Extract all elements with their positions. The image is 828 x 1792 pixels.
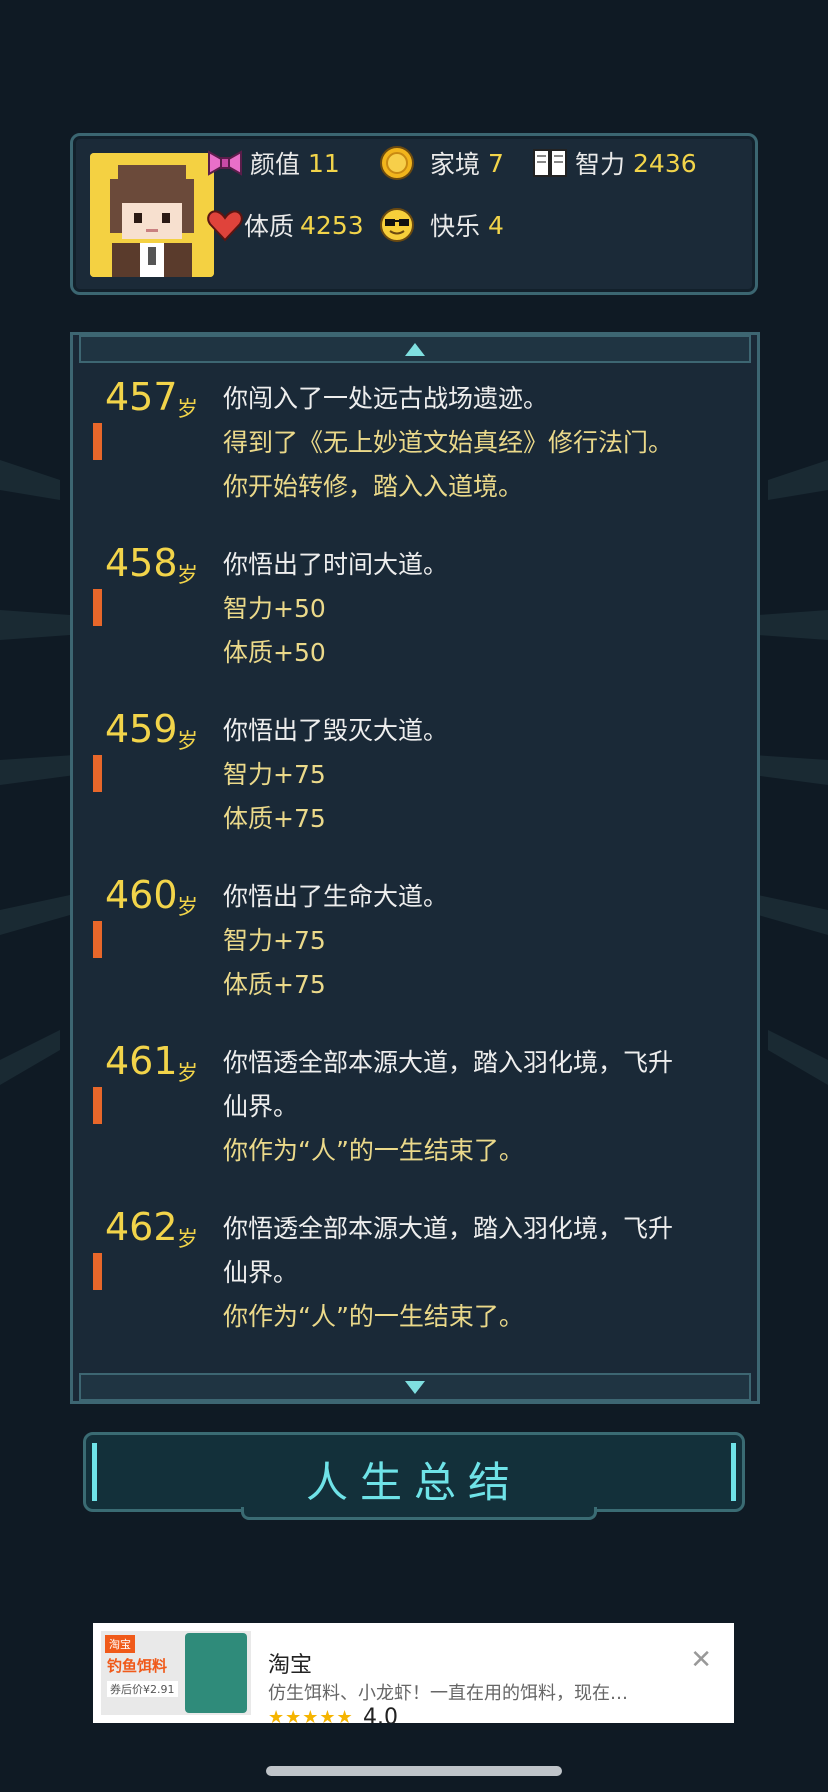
event-line: 你悟透全部本源大道，踏入羽化境，飞升 bbox=[223, 1214, 674, 1243]
event-line: 你悟出了毁灭大道。 bbox=[223, 716, 449, 745]
event-line: 智力+75 bbox=[223, 926, 326, 955]
event-age: 460 bbox=[105, 873, 178, 917]
event-marker bbox=[93, 1087, 102, 1124]
stat-intelligence-value: 2436 bbox=[633, 148, 697, 178]
triangle-down-icon bbox=[405, 1381, 425, 1394]
stat-happiness-label: 快乐 bbox=[430, 212, 481, 241]
event-age-unit: 岁 bbox=[177, 729, 198, 753]
stat-family-value: 7 bbox=[488, 148, 504, 178]
ad-title[interactable]: 淘宝 bbox=[268, 1647, 312, 1679]
event-line: 智力+75 bbox=[223, 760, 326, 789]
stats-panel: 颜值 11 家境 7 智力 2436 体质 4253 快乐 4 bbox=[70, 133, 758, 295]
event-age-unit: 岁 bbox=[177, 895, 198, 919]
event-age-unit: 岁 bbox=[177, 563, 198, 587]
scroll-up-button[interactable] bbox=[79, 335, 751, 363]
life-events-panel[interactable]: 457 岁你闯入了一处远古战场遗迹。 得到了《无上妙道文始真经》修行法门。 你开始转修… bbox=[70, 332, 760, 1404]
event-lines: 你悟透全部本源大道，踏入羽化境，飞升 仙界。你作为“人”的一生结束了。 bbox=[223, 1207, 733, 1339]
event-line: 仙界。 bbox=[223, 1092, 299, 1121]
stat-family-label: 家境 bbox=[430, 150, 481, 179]
stat-family: 家境 7 bbox=[378, 144, 504, 182]
event-age: 458 bbox=[105, 541, 178, 585]
triangle-up-icon bbox=[405, 343, 425, 356]
stat-physique-value: 4253 bbox=[300, 210, 364, 240]
event-age-unit: 岁 bbox=[177, 397, 198, 421]
life-summary-button[interactable]: 人生总结 bbox=[83, 1432, 745, 1520]
ad-thumbnail[interactable]: 淘宝 钓鱼饵料 券后价¥2.91 bbox=[101, 1631, 251, 1715]
stat-appearance-value: 11 bbox=[308, 148, 340, 178]
event-line: 仙界。 bbox=[223, 1258, 299, 1287]
coin-icon bbox=[380, 146, 414, 180]
event-line: 你闯入了一处远古战场遗迹。 bbox=[223, 384, 549, 413]
event-line: 你作为“人”的一生结束了。 bbox=[223, 1136, 524, 1165]
ad-close-icon[interactable]: ✕ bbox=[690, 1645, 712, 1675]
ad-star-rating: ★★★★★ bbox=[268, 1707, 354, 1723]
event-marker bbox=[93, 1253, 102, 1290]
event-lines: 你悟出了毁灭大道。 智力+75 体质+75 bbox=[223, 709, 733, 841]
event-line: 智力+50 bbox=[223, 594, 326, 623]
event-age-unit: 岁 bbox=[177, 1227, 198, 1251]
event-line: 你悟透全部本源大道，踏入羽化境，飞升 bbox=[223, 1048, 674, 1077]
ad-thumb-tag: 淘宝 bbox=[105, 1635, 135, 1653]
stat-physique: 体质 4253 bbox=[206, 206, 364, 244]
avatar-portrait-icon bbox=[90, 153, 214, 277]
stat-happiness: 快乐 4 bbox=[378, 206, 504, 244]
event-line: 你悟出了生命大道。 bbox=[223, 882, 449, 911]
ad-rating-value: 4.0 bbox=[363, 1705, 398, 1723]
event-lines: 你悟出了生命大道。 智力+75 体质+75 bbox=[223, 875, 733, 1007]
stat-intelligence-label: 智力 bbox=[575, 150, 626, 179]
sunglasses-icon bbox=[380, 208, 414, 242]
stat-intelligence: 智力 2436 bbox=[531, 144, 697, 182]
event-age-unit: 岁 bbox=[177, 1061, 198, 1085]
player-avatar bbox=[90, 153, 214, 277]
stat-appearance: 颜值 11 bbox=[206, 144, 340, 182]
book-icon bbox=[533, 149, 567, 177]
event-marker bbox=[93, 755, 102, 792]
event-age: 461 bbox=[105, 1039, 178, 1083]
stat-physique-label: 体质 bbox=[244, 212, 295, 241]
heart-icon bbox=[207, 210, 243, 242]
event-marker bbox=[93, 921, 102, 958]
scroll-down-button[interactable] bbox=[79, 1373, 751, 1401]
event-marker bbox=[93, 589, 102, 626]
event-line: 体质+75 bbox=[223, 804, 326, 833]
event-lines: 你悟透全部本源大道，踏入羽化境，飞升 仙界。你作为“人”的一生结束了。 bbox=[223, 1041, 733, 1173]
ad-thumb-text: 钓鱼饵料 bbox=[107, 1657, 168, 1675]
life-summary-label: 人生总结 bbox=[305, 1458, 522, 1507]
home-indicator[interactable] bbox=[266, 1766, 562, 1776]
event-line: 你开始转修，踏入入道境。 bbox=[223, 472, 524, 501]
event-marker bbox=[93, 423, 102, 460]
stat-appearance-label: 颜值 bbox=[250, 150, 301, 179]
ad-banner[interactable]: 淘宝 钓鱼饵料 券后价¥2.91 淘宝 仿生饵料、小龙虾！一直在用的饵料，现在…… bbox=[93, 1623, 734, 1723]
event-line: 你悟出了时间大道。 bbox=[223, 550, 449, 579]
bow-icon bbox=[208, 150, 242, 176]
button-tab bbox=[241, 1507, 597, 1520]
event-line: 体质+50 bbox=[223, 638, 326, 667]
event-lines: 你悟出了时间大道。 智力+50 体质+50 bbox=[223, 543, 733, 675]
event-age: 459 bbox=[105, 707, 178, 751]
event-lines: 你闯入了一处远古战场遗迹。得到了《无上妙道文始真经》修行法门。 你开始转修，踏入入… bbox=[223, 377, 733, 509]
event-line: 体质+75 bbox=[223, 970, 326, 999]
event-line: 得到了《无上妙道文始真经》修行法门。 bbox=[223, 428, 674, 457]
product-package-icon bbox=[185, 1633, 247, 1713]
event-line: 你作为“人”的一生结束了。 bbox=[223, 1302, 524, 1331]
ad-thumb-price: 券后价¥2.91 bbox=[107, 1681, 178, 1697]
event-age: 457 bbox=[105, 375, 178, 419]
stat-happiness-value: 4 bbox=[488, 210, 504, 240]
ad-description: 仿生饵料、小龙虾！一直在用的饵料，现在… bbox=[268, 1683, 628, 1704]
event-age: 462 bbox=[105, 1205, 178, 1249]
